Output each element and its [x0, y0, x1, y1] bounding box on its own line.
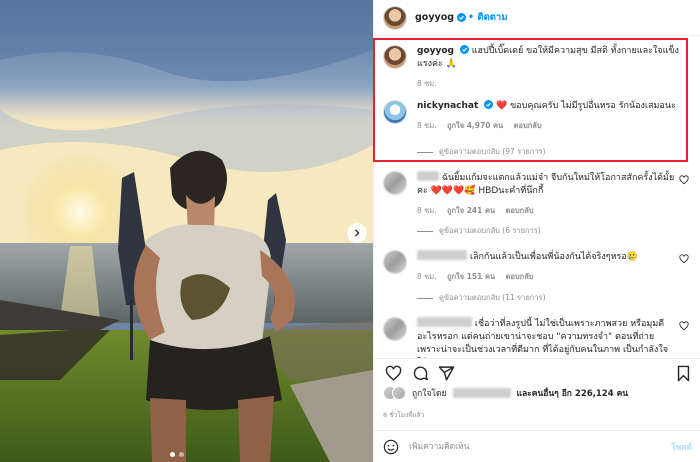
reply-button[interactable]: ตอบกลับ: [506, 272, 534, 281]
view-replies-button[interactable]: ดูข้อความตอบกลับ (6 รายการ): [417, 225, 541, 237]
bookmark-icon[interactable]: [675, 365, 692, 382]
add-comment-bar: โพสต์: [374, 430, 700, 462]
view-replies-label: ดูข้อความตอบกลับ (11 รายการ): [439, 293, 546, 302]
likes-summary[interactable]: ถูกใจโดย และคนอื่นๆ อีก 226,124 คน: [383, 386, 628, 400]
next-photo-button[interactable]: [347, 223, 367, 243]
share-icon[interactable]: [438, 365, 455, 382]
follow-button[interactable]: • ติดตาม: [468, 10, 507, 25]
post-time-ago: 8 ชั่วโมงที่แล้ว: [383, 411, 425, 419]
comment-item: เลิกกันแล้วเป็นเพื่อนพี่น้องกันได้จริงๆห…: [383, 250, 693, 283]
avatar[interactable]: [383, 171, 407, 195]
post-photo[interactable]: [0, 0, 373, 462]
blurred-username: [417, 171, 439, 181]
avatar[interactable]: [383, 317, 407, 341]
comment-text: เลิกกันแล้วเป็นเพื่อนพี่น้องกันได้จริงๆห…: [469, 252, 638, 262]
comment-likes[interactable]: ถูกใจ 151 คน: [447, 272, 495, 281]
chevron-right-icon: [354, 229, 360, 237]
avatar[interactable]: [383, 250, 407, 274]
divider: [417, 297, 433, 299]
reply-button[interactable]: ตอบกลับ: [506, 206, 534, 215]
comment-item: ฉันยิ้มแก้มจะแตกแล้วแม่จ๋า จีบกันใหม่ให้…: [383, 171, 693, 217]
heart-icon[interactable]: [385, 365, 402, 382]
post-action-bar: [374, 358, 700, 386]
blurred-username: [417, 317, 472, 327]
carousel-dot: [170, 452, 175, 457]
likes-prefix: ถูกใจโดย: [412, 389, 447, 399]
post-button[interactable]: โพสต์: [671, 440, 692, 454]
comment-text: ฉันยิ้มแก้มจะแตกแล้วแม่จ๋า จีบกันใหม่ให้…: [417, 173, 675, 196]
like-comment-heart-icon[interactable]: [679, 254, 689, 264]
blurred-username: [417, 250, 467, 260]
comment-icon[interactable]: [412, 365, 429, 382]
carousel-dot: [179, 452, 184, 457]
sunset-beach-image: [0, 0, 373, 462]
verified-icon: [457, 13, 467, 22]
blurred-username: [452, 388, 511, 398]
divider: [417, 230, 433, 232]
emoji-icon[interactable]: [383, 439, 399, 455]
carousel-indicator: [170, 452, 184, 457]
comment-input[interactable]: [409, 441, 649, 452]
comment-likes[interactable]: ถูกใจ 241 คน: [447, 206, 495, 215]
likes-count: และคนอื่นๆ อีก 226,124 คน: [516, 389, 629, 399]
avatar[interactable]: [383, 5, 407, 30]
post-header: goyyog • ติดตาม: [374, 0, 700, 36]
view-replies-label: ดูข้อความตอบกลับ (6 รายการ): [439, 226, 541, 235]
liker-avatar: [392, 386, 406, 400]
like-comment-heart-icon[interactable]: [679, 321, 689, 331]
view-replies-button[interactable]: ดูข้อความตอบกลับ (11 รายการ): [417, 292, 546, 304]
like-comment-heart-icon[interactable]: [679, 175, 689, 185]
highlight-box: [373, 38, 688, 162]
post-author-username[interactable]: goyyog: [415, 12, 454, 23]
comment-item: เชื่อว่าที่ลงรูปนี้ ไม่ใช่เป็นเพราะภาพสว…: [383, 317, 693, 358]
comment-time: 8 ชม.: [417, 206, 437, 215]
comment-time: 8 ชม.: [417, 272, 437, 281]
